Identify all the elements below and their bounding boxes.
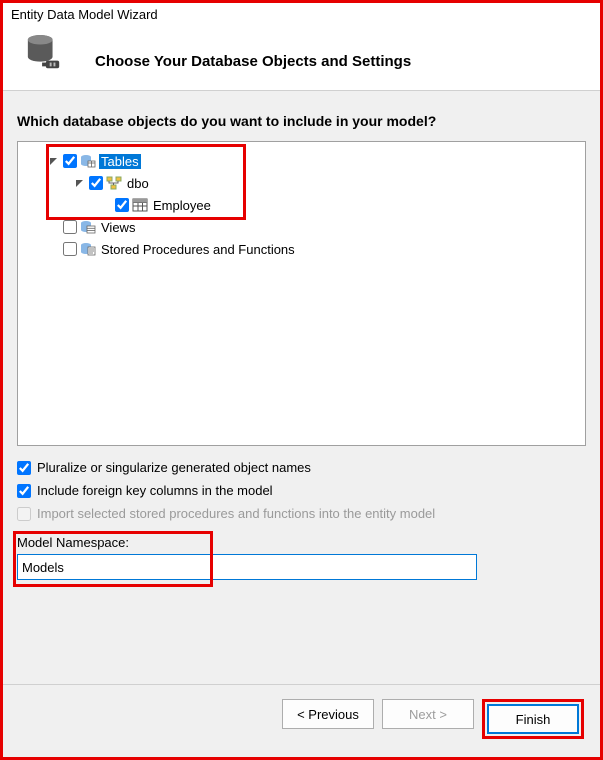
checkbox-employee[interactable] (115, 198, 129, 212)
namespace-section: Model Namespace: (17, 535, 586, 580)
options-group: Pluralize or singularize generated objec… (17, 460, 586, 521)
tree-node-employee[interactable]: Employee (24, 194, 579, 216)
checkbox-sprocs[interactable] (63, 242, 77, 256)
label-foreign-keys: Include foreign key columns in the model (37, 483, 273, 498)
option-pluralize[interactable]: Pluralize or singularize generated objec… (17, 460, 586, 475)
tree-label-views[interactable]: Views (99, 220, 137, 235)
database-icon (21, 32, 67, 76)
option-foreign-keys[interactable]: Include foreign key columns in the model (17, 483, 586, 498)
checkbox-tables[interactable] (63, 154, 77, 168)
views-icon (80, 219, 96, 235)
content-area: Which database objects do you want to in… (3, 91, 600, 684)
tree-node-dbo[interactable]: dbo (24, 172, 579, 194)
namespace-label: Model Namespace: (17, 535, 586, 550)
checkbox-views[interactable] (63, 220, 77, 234)
checkbox-foreign-keys[interactable] (17, 484, 31, 498)
label-pluralize: Pluralize or singularize generated objec… (37, 460, 311, 475)
chevron-down-icon[interactable] (48, 155, 60, 167)
tree-node-tables[interactable]: Tables (24, 150, 579, 172)
schema-icon (106, 175, 122, 191)
page-title: Choose Your Database Objects and Setting… (95, 53, 411, 70)
tables-icon (80, 153, 96, 169)
option-import-sprocs: Import selected stored procedures and fu… (17, 506, 586, 521)
sprocs-icon (80, 241, 96, 257)
tree-label-sprocs[interactable]: Stored Procedures and Functions (99, 242, 297, 257)
checkbox-import-sprocs (17, 507, 31, 521)
tree-node-views[interactable]: Views (24, 216, 579, 238)
button-bar: < Previous Next > Finish (3, 684, 600, 757)
tree-label-tables[interactable]: Tables (99, 154, 141, 169)
objects-tree[interactable]: Tables dbo Employee (17, 141, 586, 446)
wizard-window: Entity Data Model Wizard Choose Your Dat… (0, 0, 603, 760)
checkbox-pluralize[interactable] (17, 461, 31, 475)
previous-button[interactable]: < Previous (282, 699, 374, 729)
checkbox-dbo[interactable] (89, 176, 103, 190)
finish-button[interactable]: Finish (487, 704, 579, 734)
chevron-down-icon[interactable] (74, 177, 86, 189)
header: Choose Your Database Objects and Setting… (3, 26, 600, 91)
next-button: Next > (382, 699, 474, 729)
tree-label-employee[interactable]: Employee (151, 198, 213, 213)
tree-node-sprocs[interactable]: Stored Procedures and Functions (24, 238, 579, 260)
window-title: Entity Data Model Wizard (3, 3, 600, 26)
question-label: Which database objects do you want to in… (17, 113, 586, 129)
label-import-sprocs: Import selected stored procedures and fu… (37, 506, 435, 521)
tree-label-dbo[interactable]: dbo (125, 176, 151, 191)
namespace-input[interactable] (17, 554, 477, 580)
table-icon (132, 197, 148, 213)
annotation-highlight-finish: Finish (482, 699, 584, 739)
